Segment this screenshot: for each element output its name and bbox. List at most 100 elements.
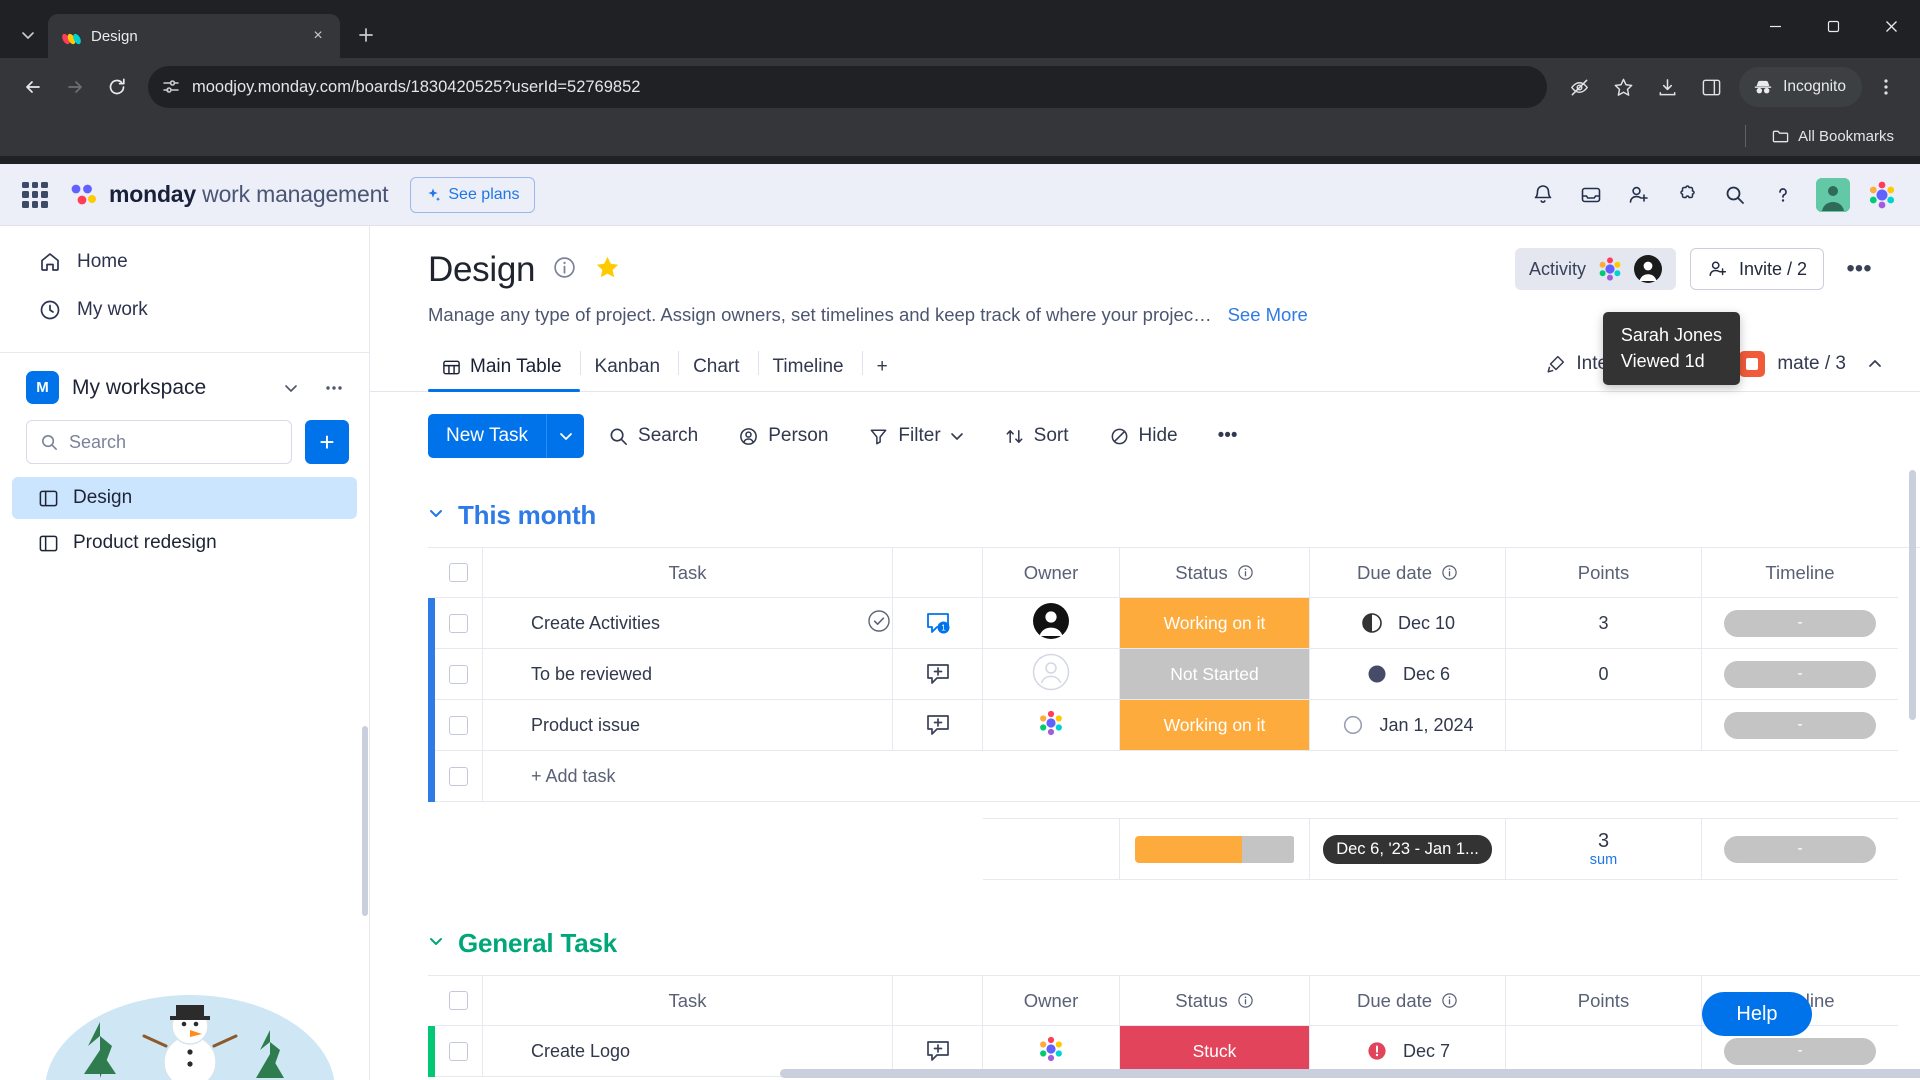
main-horizontal-scrollbar[interactable] [780, 1069, 1920, 1078]
close-tab-icon[interactable]: × [306, 24, 330, 48]
summary-timeline[interactable]: - [1702, 818, 1898, 880]
add-board-button[interactable]: + [305, 420, 349, 464]
inbox-icon[interactable] [1570, 174, 1612, 216]
column-header-points[interactable]: Points [1506, 548, 1702, 598]
column-header-status[interactable]: Status [1120, 548, 1310, 598]
sidebar-scrollbar[interactable] [362, 726, 368, 916]
close-window-button[interactable] [1862, 0, 1920, 52]
status-cell[interactable]: Working on it [1120, 700, 1310, 751]
search-icon[interactable] [1714, 174, 1756, 216]
monday-account-icon[interactable] [1866, 179, 1898, 211]
chat-cell[interactable] [893, 700, 983, 751]
extensions-icon[interactable] [1666, 174, 1708, 216]
status-cell[interactable]: Not Started [1120, 649, 1310, 700]
points-cell[interactable]: 0 [1506, 649, 1702, 700]
apps-grid-icon[interactable] [18, 178, 52, 212]
column-header-due-date[interactable]: Due date [1310, 976, 1506, 1026]
toolbar-more-button[interactable]: ••• [1202, 414, 1254, 458]
see-plans-button[interactable]: See plans [410, 176, 535, 213]
due-date-cell[interactable]: Jan 1, 2024 [1310, 700, 1506, 751]
owner-cell[interactable] [983, 700, 1120, 751]
new-task-dropdown-icon[interactable] [546, 414, 584, 458]
downloads-icon[interactable] [1647, 67, 1687, 107]
select-all-checkbox[interactable] [435, 976, 483, 1026]
browser-tab[interactable]: Design × [48, 14, 340, 58]
site-settings-icon[interactable] [162, 78, 180, 96]
tab-add-view[interactable]: + [863, 356, 906, 391]
summary-date-range[interactable]: Dec 6, '23 - Jan 1... [1310, 818, 1506, 880]
group-header-this-month[interactable]: This month [370, 500, 1920, 531]
tab-main-table[interactable]: Main Table [428, 356, 580, 392]
sidebar-item-my-work[interactable]: My work [12, 286, 357, 334]
row-checkbox[interactable] [435, 1026, 483, 1077]
summary-points[interactable]: 3 sum [1506, 818, 1702, 880]
column-header-owner[interactable]: Owner [983, 548, 1120, 598]
help-button[interactable]: Help [1702, 992, 1812, 1036]
all-bookmarks-button[interactable]: All Bookmarks [1764, 124, 1902, 149]
new-task-button[interactable]: New Task [428, 414, 585, 458]
table-row[interactable]: To be reviewed Not Started Dec 6 0 - [428, 649, 1920, 700]
table-row[interactable]: Product issue Working on it Jan 1, 2024 … [428, 700, 1920, 751]
column-header-timeline[interactable]: Timeline [1702, 548, 1898, 598]
row-checkbox[interactable] [435, 700, 483, 751]
address-bar[interactable]: moodjoy.monday.com/boards/1830420525?use… [148, 66, 1548, 108]
row-checkbox[interactable] [435, 598, 483, 649]
column-header-owner[interactable]: Owner [983, 976, 1120, 1026]
table-row[interactable]: Create Activities 1 Working on it Dec 10… [428, 598, 1920, 649]
tab-search-button[interactable] [8, 17, 48, 53]
reload-button[interactable] [98, 68, 136, 106]
bookmark-star-icon[interactable] [1603, 67, 1643, 107]
third-app-icon[interactable] [1739, 351, 1766, 377]
toolbar-person-button[interactable]: Person [722, 414, 844, 458]
points-cell[interactable]: 3 [1506, 598, 1702, 649]
workspace-selector[interactable]: M My workspace [0, 353, 369, 416]
summary-status[interactable] [1120, 818, 1310, 880]
toolbar-hide-button[interactable]: Hide [1093, 414, 1194, 458]
sidebar-item-product-redesign[interactable]: Product redesign [12, 522, 357, 564]
group-header-general-task[interactable]: General Task [370, 928, 1920, 959]
collapse-header-icon[interactable] [1858, 347, 1892, 381]
collapse-group-icon[interactable] [428, 505, 444, 526]
column-header-task[interactable]: Task [483, 548, 893, 598]
brand[interactable]: monday work management [68, 180, 389, 210]
toolbar-filter-button[interactable]: Filter [852, 414, 979, 458]
select-all-checkbox[interactable] [435, 548, 483, 598]
column-header-due-date[interactable]: Due date [1310, 548, 1506, 598]
bell-icon[interactable] [1522, 174, 1564, 216]
tab-kanban[interactable]: Kanban [581, 356, 679, 391]
due-date-cell[interactable]: Dec 10 [1310, 598, 1506, 649]
see-more-link[interactable]: See More [1228, 304, 1308, 326]
workspace-more-icon[interactable] [319, 373, 349, 403]
toolbar-search-button[interactable]: Search [592, 414, 714, 458]
add-task-cell[interactable]: + Add task [483, 751, 1920, 802]
help-icon[interactable] [1762, 174, 1804, 216]
chrome-menu-icon[interactable] [1866, 67, 1906, 107]
add-task-row[interactable]: + Add task [428, 751, 1920, 802]
user-avatar[interactable] [1816, 177, 1850, 212]
timeline-cell[interactable]: - [1702, 598, 1898, 649]
points-cell[interactable] [1506, 700, 1702, 751]
incognito-indicator[interactable]: Incognito [1739, 67, 1862, 107]
column-header-task[interactable]: Task [483, 976, 893, 1026]
main-vertical-scrollbar[interactable] [1909, 470, 1916, 720]
task-cell[interactable]: Product issue [483, 700, 893, 751]
done-check-icon[interactable] [866, 608, 892, 639]
forward-button[interactable] [56, 68, 94, 106]
owner-cell[interactable] [983, 649, 1120, 700]
board-more-button[interactable]: ••• [1838, 248, 1880, 290]
tab-timeline[interactable]: Timeline [759, 356, 862, 391]
invite-button[interactable]: Invite / 2 [1689, 248, 1824, 290]
column-header-points[interactable]: Points [1506, 976, 1702, 1026]
sidebar-item-design[interactable]: Design [12, 477, 357, 519]
sidebar-item-home[interactable]: Home [12, 238, 357, 286]
chat-cell[interactable] [893, 649, 983, 700]
avatar-sarah-jones[interactable] [1633, 255, 1662, 283]
maximize-button[interactable] [1804, 0, 1862, 52]
timeline-cell[interactable]: - [1702, 700, 1898, 751]
back-button[interactable] [14, 68, 52, 106]
chevron-down-icon[interactable] [276, 373, 306, 403]
tab-chart[interactable]: Chart [679, 356, 757, 391]
minimize-button[interactable] [1746, 0, 1804, 52]
chevron-down-icon[interactable] [950, 429, 964, 443]
board-info-icon[interactable] [552, 255, 577, 285]
